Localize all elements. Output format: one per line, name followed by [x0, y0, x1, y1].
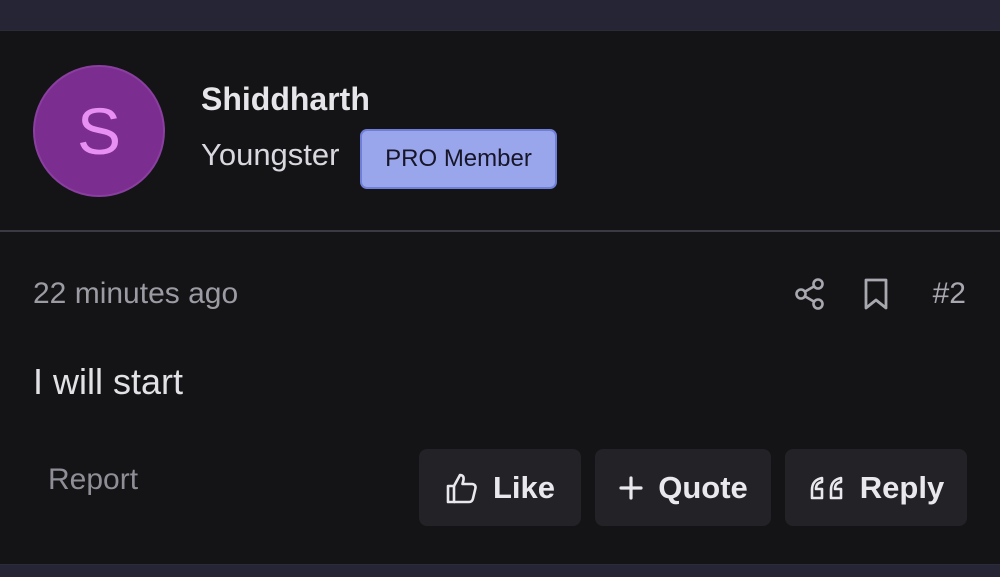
like-button[interactable]: Like	[419, 449, 581, 526]
plus-icon	[619, 475, 643, 500]
reply-button[interactable]: Reply	[785, 449, 967, 526]
author-title: Youngster	[201, 137, 340, 172]
reply-label: Reply	[859, 469, 945, 505]
quote-label: Quote	[658, 469, 748, 505]
bookmark-icon[interactable]	[858, 274, 894, 314]
quote-marks-icon	[810, 476, 843, 499]
status-badge: PRO Member	[360, 129, 557, 189]
report-link[interactable]: Report	[48, 463, 138, 497]
share-icon[interactable]	[792, 274, 828, 314]
author-name[interactable]: Shiddharth	[201, 81, 370, 118]
post-number-link[interactable]: #2	[933, 277, 966, 311]
post-content: I will start	[33, 361, 184, 402]
like-label: Like	[492, 469, 556, 505]
post-author-header: S Shiddharth Youngster PRO Member	[0, 31, 1000, 232]
quote-button[interactable]: Quote	[595, 449, 771, 526]
post-timestamp[interactable]: 22 minutes ago	[33, 277, 238, 311]
avatar[interactable]: S	[33, 65, 165, 197]
thumbs-up-icon	[446, 473, 477, 503]
forum-post: S Shiddharth Youngster PRO Member 22 min…	[0, 30, 1000, 565]
page: S Shiddharth Youngster PRO Member 22 min…	[0, 0, 1000, 577]
